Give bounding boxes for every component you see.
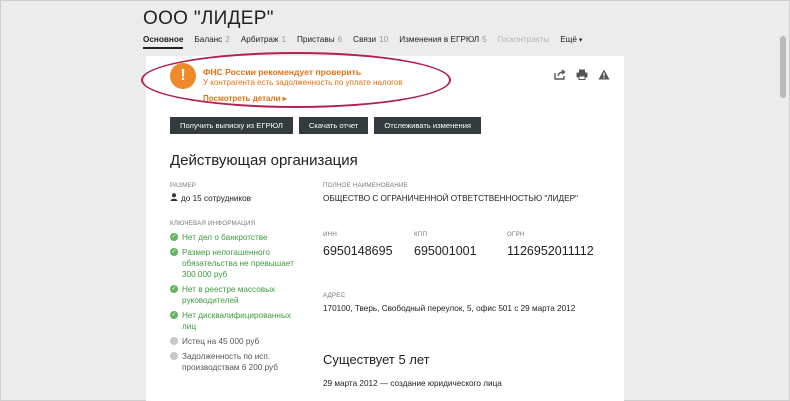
key-info-list: ✓ Нет дел о банкротстве ✓ Размер непогашен… [170, 232, 300, 377]
list-item: ✓ Нет дисквалифицированных лиц [170, 310, 300, 332]
kpp-label: КПП [414, 231, 428, 238]
alert-exclamation-icon: ! [170, 63, 196, 89]
person-icon [170, 193, 178, 203]
key-info-text: Задолженность по исп. производствам 6 20… [182, 352, 278, 372]
share-icon[interactable] [554, 69, 566, 80]
tab-count: 10 [379, 35, 389, 44]
full-name-label: Полное наименование [323, 182, 408, 189]
list-item: ✓ Нет дел о банкротстве [170, 232, 300, 243]
tab-connections[interactable]: Связи 10 [353, 35, 388, 49]
tab-main[interactable]: Основное [143, 35, 184, 49]
status-title: Действующая организация [170, 152, 358, 169]
key-info-text: Нет дисквалифицированных лиц [182, 311, 291, 331]
neutral-dot-icon [170, 337, 178, 345]
tab-bailiffs[interactable]: Приставы 6 [297, 35, 342, 49]
size-value: до 15 сотрудников [181, 194, 252, 203]
list-item: Задолженность по исп. производствам 6 20… [170, 351, 300, 373]
list-item: ✓ Нет в реестре массовых руководителей [170, 284, 300, 306]
tab-egrul-changes[interactable]: Изменения в ЕГРЮЛ 5 [399, 35, 487, 49]
page-scrollbar[interactable] [780, 0, 786, 401]
tab-label: Арбитраж [240, 35, 279, 44]
key-info-text: Истец на 45 000 руб [182, 337, 260, 346]
full-name-value: ОБЩЕСТВО С ОГРАНИЧЕННОЙ ОТВЕТСТВЕННОСТЬЮ… [323, 194, 578, 203]
alert-title: ФНС России рекомендует проверить [203, 67, 362, 77]
company-card: ! ФНС России рекомендует проверить У кон… [146, 56, 624, 401]
company-title: ООО "ЛИДЕР" [143, 8, 274, 29]
tab-count: 2 [225, 35, 230, 44]
tab-balance[interactable]: Баланс 2 [194, 35, 229, 49]
tab-more[interactable]: Ещё [560, 35, 582, 49]
card-actions [544, 69, 610, 80]
get-extract-button[interactable]: Получить выписку из ЕГРЮЛ [170, 117, 293, 134]
kpp-value: 695001001 [414, 244, 477, 258]
tab-label: Изменения в ЕГРЮЛ [399, 35, 480, 44]
size-label: Размер [170, 182, 197, 189]
track-changes-button[interactable]: Отслеживать изменения [374, 117, 482, 134]
tab-label: Основное [143, 35, 184, 44]
tab-label: Ещё [560, 35, 577, 44]
list-item: Истец на 45 000 руб [170, 336, 300, 347]
tab-contracts[interactable]: Госконтракты [498, 35, 549, 49]
ogrn-label: ОГРН [507, 231, 525, 238]
existence-title: Существует 5 лет [323, 352, 430, 367]
tab-label: Приставы [297, 35, 335, 44]
download-report-button[interactable]: Скачать отчет [298, 117, 369, 134]
key-info-text: Нет дел о банкротстве [182, 233, 268, 242]
tab-count: 1 [281, 35, 287, 44]
ogrn-value: 1126952011112 [507, 244, 594, 258]
tab-label: Связи [353, 35, 377, 44]
check-icon: ✓ [170, 311, 178, 319]
tab-label: Госконтракты [497, 35, 550, 44]
tab-count: 5 [482, 35, 487, 44]
warning-icon[interactable] [598, 69, 610, 80]
neutral-dot-icon [170, 352, 178, 360]
tab-arbitration[interactable]: Арбитраж 1 [241, 35, 286, 49]
address-value: 170100, Тверь, Свободный переулок, 5, оф… [323, 304, 576, 313]
check-icon: ✓ [170, 233, 178, 241]
size-row: до 15 сотрудников [170, 193, 251, 203]
check-icon: ✓ [170, 285, 178, 293]
check-icon: ✓ [170, 248, 178, 256]
alert-subtitle: У контрагента есть задолженность по упла… [203, 78, 403, 87]
inn-value: 6950148695 [323, 244, 393, 258]
print-icon[interactable] [576, 69, 588, 80]
scrollbar-thumb[interactable] [780, 36, 786, 98]
action-buttons: Получить выписку из ЕГРЮЛ Скачать отчет … [170, 117, 487, 134]
tab-count: 6 [337, 35, 343, 44]
existence-text: 29 марта 2012 — создание юридического ли… [323, 379, 502, 388]
tab-label: Баланс [194, 35, 223, 44]
list-item: ✓ Размер непогашенного обязательства не п… [170, 247, 300, 280]
key-info-text: Нет в реестре массовых руководителей [182, 285, 276, 305]
alert-details-link[interactable]: Посмотреть детали ▸ [203, 94, 287, 103]
key-info-label: Ключевая информация [170, 220, 256, 227]
inn-label: ИНН [323, 231, 337, 238]
address-label: Адрес [323, 292, 346, 299]
key-info-text: Размер непогашенного обязательства не пр… [182, 248, 294, 279]
tab-bar: Основное Баланс 2 Арбитраж 1 Приставы 6 Свя… [143, 35, 593, 49]
